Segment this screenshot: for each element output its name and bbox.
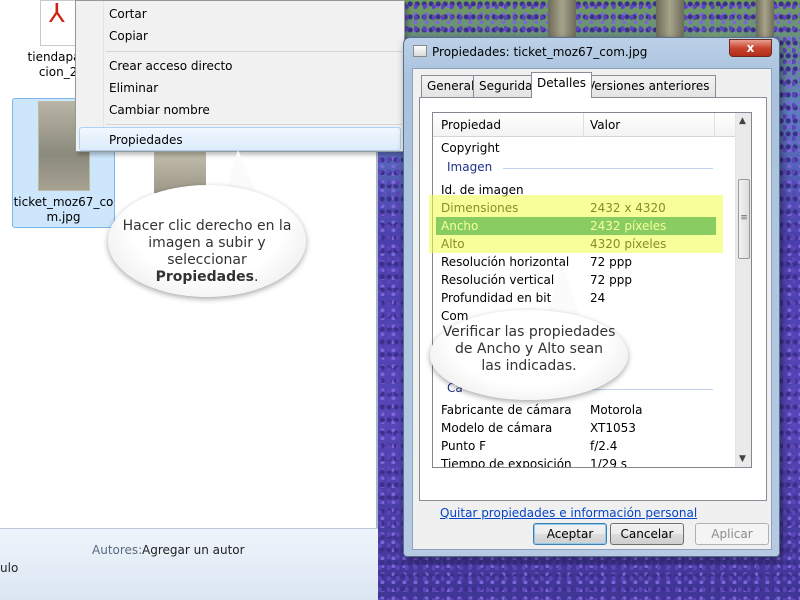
callout-line: las indicadas. [481,358,577,374]
property-name: Resolución horizontal [441,255,570,269]
column-divider[interactable] [583,113,584,137]
property-name: Copyright [441,141,500,155]
property-value: 1/29 s [590,457,628,468]
property-row[interactable]: Punto F f/2.4 [433,437,735,455]
property-name: Alto [441,237,465,251]
tree-trunk [756,0,774,40]
column-header-value[interactable]: Valor [590,118,620,132]
callout-line: seleccionar Propiedades. [116,252,298,286]
tree-trunk [548,0,576,40]
property-list: Propiedad Valor Copyright Imagen Id. de … [432,112,752,468]
callout-line: Hacer clic derecho en la [122,218,292,234]
property-row[interactable]: Resolución horizontal 72 ppp [433,253,735,271]
scroll-thumb[interactable]: ≡ [738,179,750,259]
property-value: Motorola [590,403,643,417]
property-value: 72 ppp [590,255,632,269]
property-name: Tiempo de exposición [441,457,572,468]
remove-properties-link[interactable]: Quitar propiedades e información persona… [440,506,697,520]
property-name: Modelo de cámara [441,421,553,435]
menu-item-copy[interactable]: Copiar [109,29,148,43]
details-pane: Autores: Agregar un autor ulo [0,528,378,600]
property-row[interactable]: Modelo de cámara XT1053 [433,419,735,437]
pdf-file-icon [40,0,80,46]
column-divider[interactable] [714,113,715,137]
vertical-scrollbar[interactable]: ▲ ≡ ▼ [735,113,751,467]
property-name: Resolución vertical [441,273,555,287]
file-name: ticket_moz67_co m.jpg [13,195,114,224]
menu-item-cut[interactable]: Cortar [109,7,147,21]
callout-right-click: Hacer clic derecho en la imagen a subir … [108,185,306,297]
menu-separator [106,124,402,125]
property-value: 72 ppp [590,273,632,287]
menu-separator [106,51,402,52]
callout-emphasis: Propiedades [155,269,254,285]
menu-item-create-shortcut[interactable]: Crear acceso directo [109,59,233,73]
menu-item-rename[interactable]: Cambiar nombre [109,103,210,117]
details-truncated-text: ulo [0,561,19,575]
tree-trunk [656,0,684,40]
property-name: Profundidad en bit [441,291,552,305]
context-menu: Cortar Copiar Crear acceso directo Elimi… [75,0,405,152]
property-row[interactable]: Resolución vertical 72 ppp [433,271,735,289]
property-row-selected[interactable]: Ancho 2432 píxeles [436,217,716,235]
property-value: XT1053 [590,421,636,435]
callout-text: . [253,269,259,285]
property-name: Dimensiones [441,201,519,215]
apply-button[interactable]: Aplicar [695,523,769,545]
property-row[interactable]: Alto 4320 píxeles [433,235,735,253]
authors-label: Autores: [92,543,143,557]
property-name: Ancho [441,219,479,233]
property-name: Fabricante de cámara [441,403,572,417]
property-row[interactable]: Tiempo de exposición 1/29 s [433,455,735,468]
property-row[interactable]: Dimensiones 2432 x 4320 [433,199,735,217]
property-value: f/2.4 [590,439,618,453]
authors-value[interactable]: Agregar un autor [142,543,245,557]
file-icon [413,45,427,57]
property-name: Id. de imagen [441,183,524,197]
callout-verify-dimensions: Verificar las propiedades de Ancho y Alt… [430,310,628,400]
details-panel: Propiedad Valor Copyright Imagen Id. de … [419,97,767,520]
property-value: 2432 píxeles [590,219,667,233]
tab-previous-versions[interactable]: Versiones anteriores [581,75,716,97]
tab-details[interactable]: Detalles [531,72,592,98]
group-header-image: Imagen [447,160,493,174]
list-header: Propiedad Valor [433,113,735,137]
property-name: Punto F [441,439,486,453]
cancel-button[interactable]: Cancelar [610,523,684,545]
column-header-property[interactable]: Propiedad [441,118,501,132]
property-row[interactable]: Fabricante de cámara Motorola [433,401,735,419]
ok-button[interactable]: Aceptar [533,523,607,545]
property-value: 24 [590,291,606,305]
property-row[interactable]: Copyright [433,139,735,157]
scroll-down-arrow-icon[interactable]: ▼ [739,454,746,464]
dialog-title: Propiedades: ticket_moz67_com.jpg [432,45,648,59]
callout-line: Verificar las propiedades [442,324,616,340]
tab-general[interactable]: General [421,75,481,97]
group-divider [503,168,713,169]
dialog-client-area: General Seguridad Detalles Versiones ant… [412,68,772,550]
property-value: 4320 píxeles [590,237,667,251]
property-value: 2432 x 4320 [590,201,666,215]
menu-item-delete[interactable]: Eliminar [109,81,158,95]
properties-dialog: Propiedades: ticket_moz67_com.jpg x Gene… [403,37,780,557]
callout-text: seleccionar [167,252,247,268]
callout-line: imagen a subir y [148,235,266,251]
property-row[interactable]: Id. de imagen [433,181,735,199]
close-button[interactable]: x [729,39,772,57]
scroll-up-arrow-icon[interactable]: ▲ [739,116,746,126]
property-row[interactable]: Profundidad en bit 24 [433,289,735,307]
callout-line: de Ancho y Alto sean [454,341,604,357]
menu-item-properties[interactable]: Propiedades [109,133,183,147]
